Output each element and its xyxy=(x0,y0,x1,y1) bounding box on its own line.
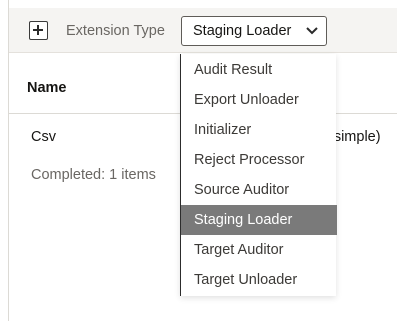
option-initializer[interactable]: Initializer xyxy=(181,115,337,145)
extension-type-select-value: Staging Loader xyxy=(193,23,292,39)
add-icon[interactable] xyxy=(29,21,48,40)
status-text: Completed: 1 items xyxy=(31,167,156,183)
option-source-auditor[interactable]: Source Auditor xyxy=(181,175,337,205)
option-reject-processor[interactable]: Reject Processor xyxy=(181,145,337,175)
chevron-down-icon xyxy=(306,27,318,35)
column-header-name[interactable]: Name xyxy=(27,80,67,96)
extension-type-dropdown: Audit Result Export Unloader Initializer… xyxy=(180,54,337,296)
option-audit-result[interactable]: Audit Result xyxy=(181,55,337,85)
table-row-name[interactable]: Csv xyxy=(31,129,56,145)
option-target-unloader[interactable]: Target Unloader xyxy=(181,265,337,295)
option-export-unloader[interactable]: Export Unloader xyxy=(181,85,337,115)
extension-type-select[interactable]: Staging Loader xyxy=(181,16,327,46)
extension-type-label: Extension Type xyxy=(66,23,165,39)
toolbar: Extension Type Staging Loader xyxy=(9,8,397,53)
extensions-panel: Extension Type Staging Loader Name Csv (… xyxy=(8,0,397,321)
option-staging-loader[interactable]: Staging Loader xyxy=(181,205,337,235)
option-target-auditor[interactable]: Target Auditor xyxy=(181,235,337,265)
